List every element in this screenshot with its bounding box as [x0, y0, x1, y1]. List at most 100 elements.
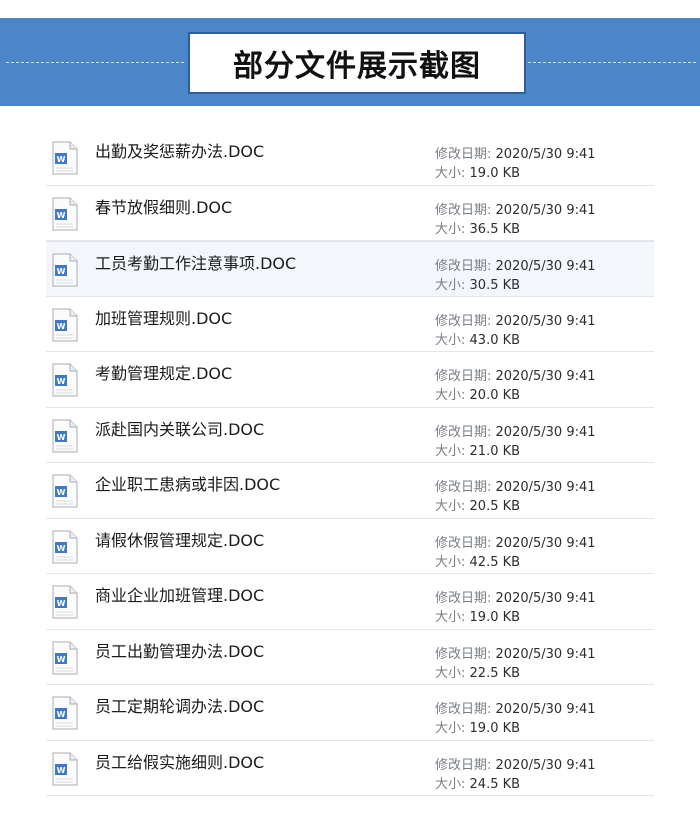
size-meta: 大小: 19.0 KB [435, 717, 520, 736]
file-row[interactable]: W 商业企业加班管理.DOC 修改日期: 2020/5/30 9:41 大小: … [46, 574, 654, 630]
modified-meta: 修改日期: 2020/5/30 9:41 [435, 476, 596, 495]
modified-value: 2020/5/30 9:41 [495, 313, 596, 329]
word-doc-icon: W [52, 585, 78, 619]
file-name[interactable]: 员工定期轮调办法.DOC [95, 693, 264, 717]
file-name[interactable]: 出勤及奖惩薪办法.DOC [95, 138, 264, 162]
size-meta: 大小: 24.5 KB [435, 773, 520, 792]
modified-value: 2020/5/30 9:41 [495, 535, 596, 551]
modified-value: 2020/5/30 9:41 [495, 202, 596, 218]
modified-value: 2020/5/30 9:41 [495, 369, 596, 384]
file-row[interactable]: W 出勤及奖惩薪办法.DOC 修改日期: 2020/5/30 9:41 大小: … [46, 130, 654, 186]
modified-label: 修改日期: [435, 202, 492, 218]
modified-meta: 修改日期: 2020/5/30 9:41 [435, 532, 596, 551]
modified-value: 2020/5/30 9:41 [495, 757, 596, 773]
size-label: 大小: [435, 332, 466, 348]
size-label: 大小: [435, 499, 466, 514]
svg-text:W: W [57, 599, 66, 608]
word-doc-icon: W [52, 641, 78, 675]
file-row[interactable]: W 春节放假细则.DOC 修改日期: 2020/5/30 9:41 大小: 36… [46, 186, 654, 241]
modified-label: 修改日期: [435, 591, 492, 606]
file-name[interactable]: 员工给假实施细则.DOC [95, 749, 264, 773]
file-row[interactable]: W 加班管理规则.DOC 修改日期: 2020/5/30 9:41 大小: 43… [46, 297, 654, 352]
size-label: 大小: [435, 278, 466, 293]
size-value: 22.5 KB [469, 665, 521, 681]
size-label: 大小: [435, 221, 466, 237]
svg-text:W: W [57, 155, 66, 164]
size-label: 大小: [435, 443, 466, 459]
file-row[interactable]: W 考勤管理规定.DOC 修改日期: 2020/5/30 9:41 大小: 20… [46, 352, 654, 408]
file-name[interactable]: 商业企业加班管理.DOC [95, 582, 264, 606]
modified-meta: 修改日期: 2020/5/30 9:41 [435, 143, 596, 162]
svg-text:W: W [57, 488, 66, 497]
word-doc-icon: W [52, 696, 78, 730]
modified-label: 修改日期: [435, 147, 492, 162]
size-label: 大小: [435, 388, 466, 403]
modified-label: 修改日期: [435, 702, 492, 717]
size-label: 大小: [435, 776, 466, 792]
file-row[interactable]: W 企业职工患病或非因.DOC 修改日期: 2020/5/30 9:41 大小:… [46, 463, 654, 519]
modified-value: 2020/5/30 9:41 [495, 646, 596, 662]
size-meta: 大小: 43.0 KB [435, 329, 520, 348]
modified-value: 2020/5/30 9:41 [495, 591, 596, 606]
svg-text:W: W [57, 211, 66, 220]
modified-label: 修改日期: [435, 480, 492, 495]
modified-value: 2020/5/30 9:41 [495, 147, 596, 162]
modified-label: 修改日期: [435, 424, 492, 440]
modified-value: 2020/5/30 9:41 [495, 259, 596, 274]
size-meta: 大小: 19.0 KB [435, 606, 520, 625]
modified-meta: 修改日期: 2020/5/30 9:41 [435, 310, 596, 329]
file-name[interactable]: 考勤管理规定.DOC [95, 360, 232, 384]
size-value: 19.0 KB [469, 166, 521, 181]
modified-value: 2020/5/30 9:41 [495, 480, 596, 495]
modified-value: 2020/5/30 9:41 [495, 424, 596, 440]
modified-meta: 修改日期: 2020/5/30 9:41 [435, 199, 596, 218]
size-label: 大小: [435, 554, 466, 570]
size-value: 36.5 KB [469, 221, 521, 237]
size-value: 43.0 KB [469, 332, 521, 348]
size-value: 19.0 KB [469, 610, 521, 625]
file-name[interactable]: 工员考勤工作注意事项.DOC [95, 250, 296, 274]
header-divider-left [6, 62, 184, 63]
modified-meta: 修改日期: 2020/5/30 9:41 [435, 255, 596, 274]
title-box: 部分文件展示截图 [188, 32, 526, 94]
file-row[interactable]: W 员工定期轮调办法.DOC 修改日期: 2020/5/30 9:41 大小: … [46, 685, 654, 741]
size-meta: 大小: 21.0 KB [435, 440, 520, 459]
svg-text:W: W [57, 267, 66, 276]
word-doc-icon: W [52, 752, 78, 786]
file-name[interactable]: 员工出勤管理办法.DOC [95, 638, 264, 662]
file-name[interactable]: 春节放假细则.DOC [95, 194, 232, 218]
file-name[interactable]: 请假休假管理规定.DOC [95, 527, 264, 551]
file-row[interactable]: W 工员考勤工作注意事项.DOC 修改日期: 2020/5/30 9:41 大小… [46, 241, 654, 297]
modified-meta: 修改日期: 2020/5/30 9:41 [435, 365, 596, 384]
svg-text:W: W [57, 544, 66, 553]
page-title: 部分文件展示截图 [233, 49, 481, 84]
size-meta: 大小: 30.5 KB [435, 274, 520, 293]
svg-text:W: W [57, 710, 66, 719]
size-value: 20.5 KB [469, 499, 521, 514]
modified-value: 2020/5/30 9:41 [495, 702, 596, 717]
size-meta: 大小: 20.5 KB [435, 495, 520, 514]
file-row[interactable]: W 员工出勤管理办法.DOC 修改日期: 2020/5/30 9:41 大小: … [46, 630, 654, 685]
size-label: 大小: [435, 610, 466, 625]
modified-label: 修改日期: [435, 646, 492, 662]
word-doc-icon: W [52, 530, 78, 564]
modified-meta: 修改日期: 2020/5/30 9:41 [435, 643, 596, 662]
header-divider-right [528, 62, 696, 63]
modified-meta: 修改日期: 2020/5/30 9:41 [435, 698, 596, 717]
file-row[interactable]: W 员工给假实施细则.DOC 修改日期: 2020/5/30 9:41 大小: … [46, 741, 654, 796]
svg-text:W: W [57, 322, 66, 331]
file-row[interactable]: W 派赴国内关联公司.DOC 修改日期: 2020/5/30 9:41 大小: … [46, 408, 654, 463]
file-row[interactable]: W 请假休假管理规定.DOC 修改日期: 2020/5/30 9:41 大小: … [46, 519, 654, 574]
size-label: 大小: [435, 665, 466, 681]
size-meta: 大小: 19.0 KB [435, 162, 520, 181]
svg-text:W: W [57, 655, 66, 664]
file-name[interactable]: 加班管理规则.DOC [95, 305, 232, 329]
word-doc-icon: W [52, 141, 78, 175]
file-name[interactable]: 企业职工患病或非因.DOC [95, 471, 280, 495]
size-meta: 大小: 36.5 KB [435, 218, 520, 237]
modified-meta: 修改日期: 2020/5/30 9:41 [435, 421, 596, 440]
word-doc-icon: W [52, 253, 78, 287]
word-doc-icon: W [52, 363, 78, 397]
file-name[interactable]: 派赴国内关联公司.DOC [95, 416, 264, 440]
modified-label: 修改日期: [435, 259, 492, 274]
